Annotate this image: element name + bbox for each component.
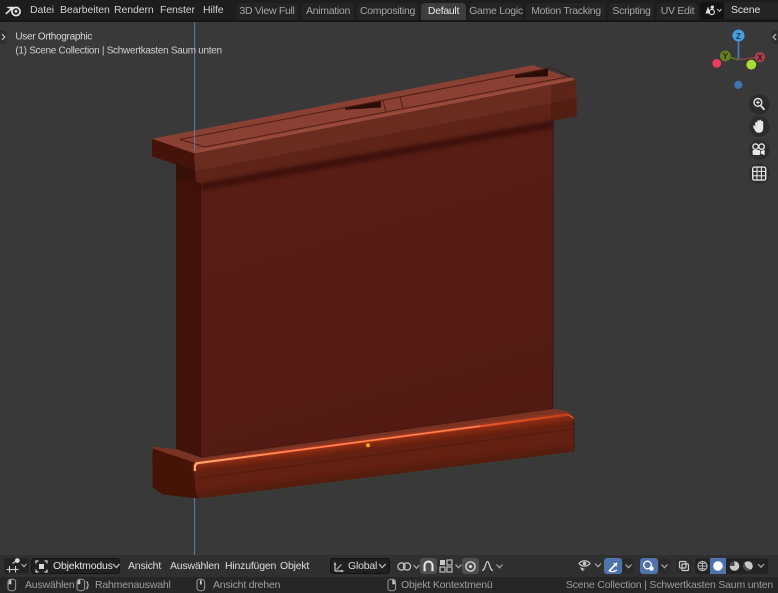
svg-text:Z: Z: [736, 32, 741, 41]
svg-text:User Orthographic: User Orthographic: [15, 32, 92, 43]
svg-text:Y: Y: [723, 52, 729, 61]
svg-text:(1) Scene Collection | Schwert: (1) Scene Collection | Schwertkasten Sau…: [15, 46, 221, 57]
svg-text:X: X: [757, 54, 763, 63]
